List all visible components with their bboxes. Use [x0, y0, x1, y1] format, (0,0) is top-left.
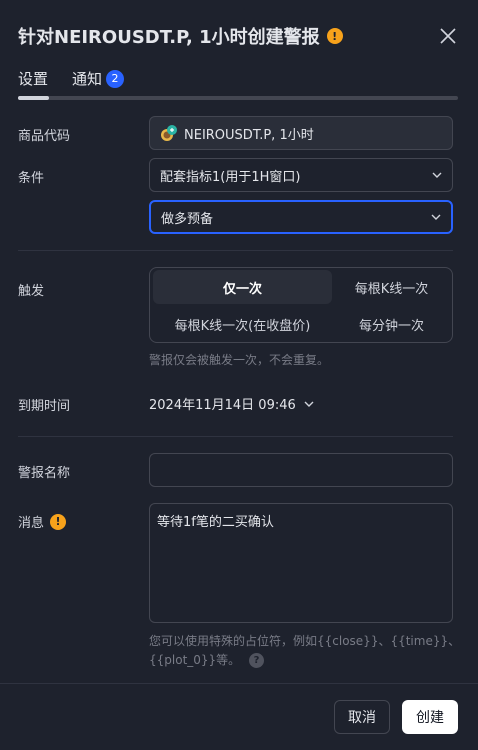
- condition-sub-select[interactable]: 做多预备: [149, 200, 453, 234]
- tab-notifications-label: 通知: [72, 70, 103, 88]
- section-divider: [18, 436, 453, 437]
- warning-icon[interactable]: !: [326, 28, 343, 44]
- expiry-select[interactable]: 2024年11月14日 09:46: [149, 394, 316, 413]
- symbol-field[interactable]: NEIROUSDT.P, 1小时: [149, 116, 453, 150]
- condition-sub-value: 做多预备: [161, 211, 214, 227]
- message-hint-line1: 您可以使用特殊的占位符，例如{{close}}、{{time}}、: [149, 634, 461, 648]
- expiry-label: 到期时间: [18, 399, 71, 414]
- chevron-down-icon: [431, 214, 441, 220]
- message-value: 等待1f笔的二买确认: [157, 515, 274, 530]
- dialog-title: 针对NEIROUSDT.P, 1小时创建警报: [18, 27, 320, 48]
- expiry-value: 2024年11月14日 09:46: [149, 398, 296, 413]
- trigger-option-per-bar-close[interactable]: 每根K线一次(在收盘价): [153, 307, 332, 341]
- close-button[interactable]: [436, 24, 460, 48]
- notification-count-badge: 2: [106, 69, 125, 88]
- tab-settings-label: 设置: [18, 70, 49, 88]
- condition-label: 条件: [18, 171, 45, 186]
- tab-bar: 设置 通知 2: [18, 68, 148, 89]
- message-label-row: 消息 !: [18, 512, 67, 531]
- message-hint-line2-row: {{plot_0}}等。 ?: [149, 651, 265, 668]
- dialog-header: 针对NEIROUSDT.P, 1小时创建警报 !: [18, 22, 460, 50]
- tab-track: [18, 96, 458, 100]
- message-warning-icon[interactable]: !: [50, 513, 67, 530]
- tab-settings[interactable]: 设置: [18, 68, 48, 89]
- condition-select[interactable]: 配套指标1(用于1H窗口): [149, 158, 453, 192]
- coin-icon: [161, 125, 177, 141]
- close-icon: [440, 28, 456, 44]
- message-textarea[interactable]: 等待1f笔的二买确认: [149, 503, 453, 623]
- message-label: 消息: [18, 516, 45, 531]
- chevron-down-icon: [304, 401, 314, 407]
- create-button[interactable]: 创建: [402, 700, 458, 734]
- symbol-label: 商品代码: [18, 129, 71, 144]
- trigger-label: 触发: [18, 284, 45, 299]
- section-divider: [18, 250, 453, 251]
- help-icon[interactable]: ?: [249, 653, 265, 668]
- alert-name-label: 警报名称: [18, 466, 71, 481]
- condition-value: 配套指标1(用于1H窗口): [160, 169, 301, 185]
- cancel-button[interactable]: 取消: [334, 700, 390, 734]
- message-hint-line2: {{plot_0}}等。: [149, 653, 241, 667]
- trigger-options: 仅一次 每根K线一次 每根K线一次(在收盘价) 每分钟一次: [149, 267, 453, 343]
- trigger-option-per-minute[interactable]: 每分钟一次: [332, 307, 451, 341]
- tab-active-indicator: [18, 96, 49, 100]
- chevron-down-icon: [432, 172, 442, 178]
- tab-notifications[interactable]: 通知 2: [72, 68, 125, 89]
- alert-name-input[interactable]: [149, 453, 453, 487]
- trigger-option-per-bar[interactable]: 每根K线一次: [332, 270, 451, 304]
- symbol-value: NEIROUSDT.P, 1小时: [184, 127, 314, 143]
- trigger-hint: 警报仅会被触发一次，不会重复。: [149, 353, 330, 367]
- footer-divider: [0, 683, 478, 684]
- trigger-option-once[interactable]: 仅一次: [153, 270, 332, 304]
